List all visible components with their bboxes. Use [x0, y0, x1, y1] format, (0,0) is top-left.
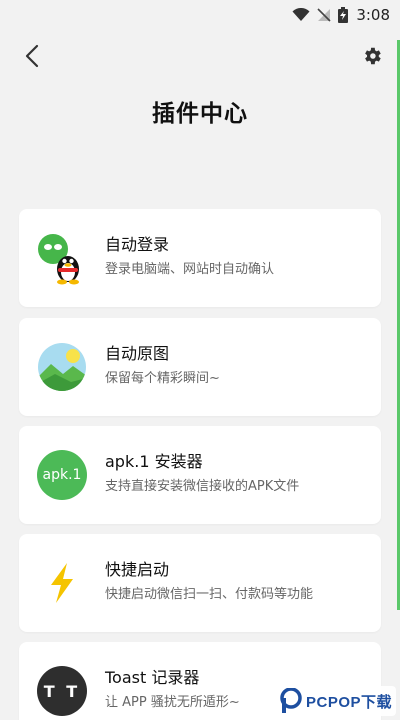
back-arrow-icon — [25, 44, 39, 68]
wechat-qq-icon — [35, 231, 89, 285]
settings-button[interactable] — [358, 42, 386, 70]
pcpop-logo-icon — [280, 688, 302, 713]
watermark: PCPOP下载 — [275, 686, 396, 716]
watermark-text: PCPOP下载 — [305, 693, 392, 711]
status-time: 3:08 — [356, 6, 390, 24]
toast-recorder-icon: T T — [35, 664, 89, 718]
plugin-card-auto-login[interactable]: 自动登录 登录电脑端、网站时自动确认 — [19, 209, 381, 307]
wifi-icon — [292, 8, 310, 22]
plugin-title: 自动原图 — [105, 344, 170, 363]
battery-charging-icon — [338, 7, 349, 23]
plugin-description: 登录电脑端、网站时自动确认 — [105, 262, 275, 277]
plugin-card-auto-original-image[interactable]: 自动原图 保留每个精彩瞬间~ — [19, 318, 381, 416]
no-signal-icon — [316, 7, 332, 23]
plugin-card-quick-launch[interactable]: 快捷启动 快捷启动微信扫一扫、付款码等功能 — [19, 534, 381, 632]
landscape-photo-icon — [35, 340, 89, 394]
plugin-description: 快捷启动微信扫一扫、付款码等功能 — [105, 587, 314, 602]
toast-icon-label: T T — [37, 666, 87, 716]
top-bar — [0, 36, 400, 76]
gear-icon — [365, 47, 381, 65]
apk-installer-icon: apk.1 — [35, 448, 89, 502]
plugin-title: Toast 记录器 — [105, 668, 200, 687]
plugin-description: 保留每个精彩瞬间~ — [105, 371, 220, 386]
plugin-description: 支持直接安装微信接收的APK文件 — [105, 479, 300, 494]
plugin-title: 自动登录 — [105, 235, 170, 254]
lightning-icon — [35, 556, 89, 610]
status-bar: 3:08 — [0, 0, 400, 30]
apk-icon-label: apk.1 — [37, 450, 87, 500]
plugin-title: 快捷启动 — [105, 560, 170, 579]
plugin-card-apk-installer[interactable]: apk.1 apk.1 安装器 支持直接安装微信接收的APK文件 — [19, 426, 381, 524]
back-button[interactable] — [18, 42, 46, 70]
page-title: 插件中心 — [152, 101, 248, 127]
plugin-title: apk.1 安装器 — [105, 452, 203, 471]
